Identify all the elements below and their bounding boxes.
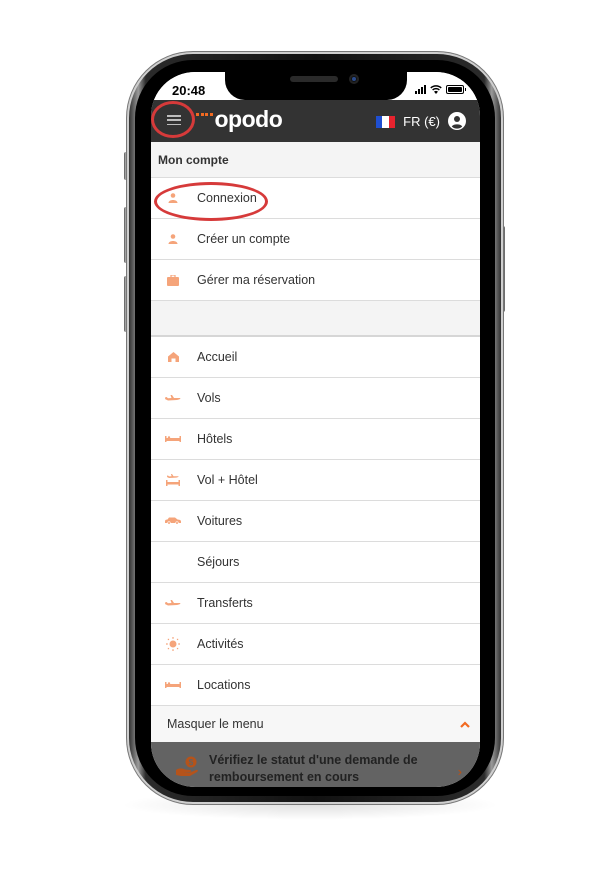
menu-item-voitures[interactable]: Voitures <box>151 501 480 542</box>
plane-icon <box>165 599 181 605</box>
wifi-icon <box>430 85 442 94</box>
notch <box>225 72 407 100</box>
menu-item-label: Créer un compte <box>197 232 291 246</box>
menu-item-hotels[interactable]: Hôtels <box>151 419 480 460</box>
menu-item-label: Accueil <box>197 350 238 364</box>
status-time: 20:48 <box>172 83 206 98</box>
menu-item-label: Séjours <box>197 555 240 569</box>
svg-text:$: $ <box>189 758 194 767</box>
menu-item-vol-hotel[interactable]: Vol + Hôtel <box>151 460 480 501</box>
hamburger-menu-icon[interactable] <box>167 113 181 127</box>
signal-icon <box>415 85 426 94</box>
menu-item-label: Vols <box>197 391 221 405</box>
menu-item-label: Locations <box>197 678 251 692</box>
chevron-up-icon <box>460 720 470 728</box>
france-flag-icon <box>376 115 396 128</box>
bed-icon <box>165 682 181 688</box>
menu-item-locations[interactable]: Locations <box>151 665 480 706</box>
home-icon <box>167 352 179 362</box>
menu-item-transferts[interactable]: Transferts <box>151 583 480 624</box>
car-icon <box>165 517 181 525</box>
menu-item-label: Transferts <box>197 596 253 610</box>
plane-icon <box>165 394 181 400</box>
hide-menu-label: Masquer le menu <box>167 717 264 731</box>
menu-item-activites[interactable]: Activités <box>151 624 480 665</box>
menu-item-label: Gérer ma réservation <box>197 273 316 287</box>
menu-item-vols[interactable]: Vols <box>151 378 480 419</box>
battery-icon <box>446 85 466 94</box>
account-icon[interactable] <box>448 112 466 130</box>
chevron-right-icon: › <box>457 764 462 779</box>
menu-spacer <box>151 301 480 337</box>
user-icon <box>168 234 178 244</box>
status-icons <box>415 85 466 94</box>
menu-item-label: Connexion <box>197 191 257 205</box>
briefcase-icon <box>167 274 179 286</box>
refund-banner-text: Vérifiez le statut d'une demande de remb… <box>209 753 418 784</box>
front-camera <box>349 74 359 84</box>
menu-item-gerer-reservation[interactable]: Gérer ma réservation <box>151 260 480 301</box>
menu-item-label: Voitures <box>197 514 243 528</box>
menu-item-creer-compte[interactable]: Créer un compte <box>151 219 480 260</box>
language-label: FR (€) <box>403 114 440 129</box>
menu-item-sejours[interactable]: Séjours <box>151 542 480 583</box>
bed-icon <box>165 436 181 442</box>
side-menu: Mon compte Connexion Créer un compte Gér… <box>151 142 480 787</box>
hide-menu-button[interactable]: Masquer le menu <box>151 706 480 742</box>
plane-bed-icon <box>166 474 180 486</box>
sun-icon <box>166 637 180 651</box>
menu-item-label: Hôtels <box>197 432 233 446</box>
money-hand-icon: $ <box>176 756 198 776</box>
menu-item-label: Vol + Hôtel <box>197 473 258 487</box>
speaker <box>290 76 338 82</box>
logo-text: opodo <box>214 106 283 132</box>
phone-screen: 20:48 opodo FR (€) Mon compte Connexion … <box>151 72 480 787</box>
user-icon <box>168 193 178 203</box>
menu-item-connexion[interactable]: Connexion <box>151 178 480 219</box>
app-header: opodo FR (€) <box>151 100 480 142</box>
account-section-title: Mon compte <box>151 142 480 178</box>
menu-item-label: Activités <box>197 637 244 651</box>
language-selector[interactable]: FR (€) <box>376 114 440 129</box>
opodo-logo[interactable]: opodo <box>196 106 283 132</box>
logo-dots <box>196 113 213 116</box>
refund-status-banner[interactable]: $ Vérifiez le statut d'une demande de re… <box>151 742 480 787</box>
menu-item-accueil[interactable]: Accueil <box>151 337 480 378</box>
